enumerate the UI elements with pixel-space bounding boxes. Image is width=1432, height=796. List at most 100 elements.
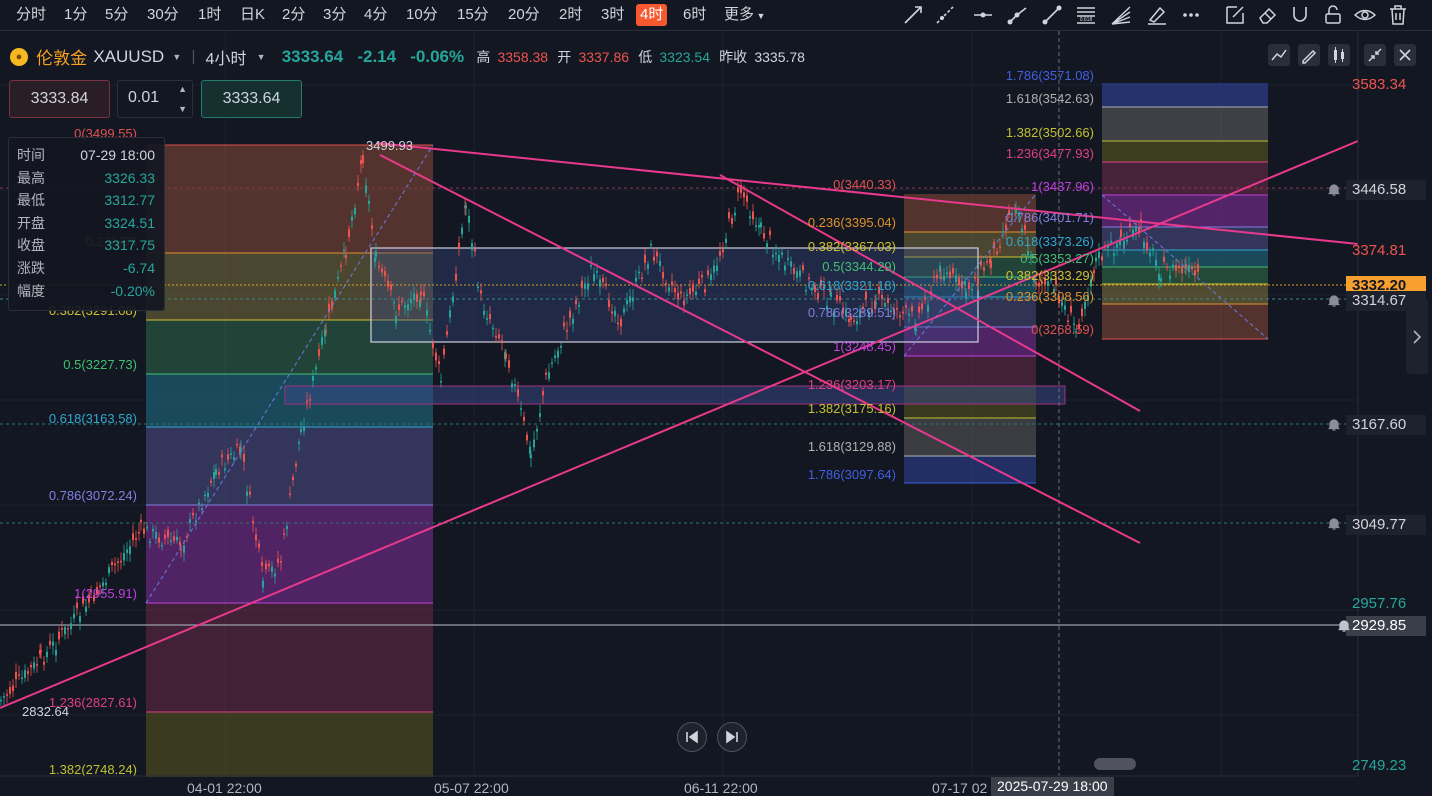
candle-body xyxy=(641,277,643,279)
trash-icon[interactable] xyxy=(1386,3,1410,27)
tf-30m[interactable]: 30分 xyxy=(143,4,183,26)
bell-icon[interactable] xyxy=(1327,183,1341,197)
alert-price-3[interactable]: 3167.60 xyxy=(1346,415,1426,435)
eraser-icon[interactable] xyxy=(1256,3,1280,27)
alert-price-4[interactable]: 3049.77 xyxy=(1346,515,1426,535)
candle-body xyxy=(638,271,640,274)
tf-1m[interactable]: 1分 xyxy=(60,4,91,26)
bell-icon[interactable] xyxy=(1327,418,1341,432)
candle-body xyxy=(971,288,973,291)
candle-body xyxy=(915,328,917,331)
alert-price-1[interactable]: 3446.58 xyxy=(1346,180,1426,200)
eye-icon[interactable] xyxy=(1353,3,1377,27)
tf-fenshi[interactable]: 分时 xyxy=(12,4,50,26)
tf-1h[interactable]: 1时 xyxy=(194,4,225,26)
tf-6h[interactable]: 6时 xyxy=(679,4,710,26)
candle-body xyxy=(262,580,264,588)
indicator-button[interactable] xyxy=(1328,44,1350,66)
time-label: 05-07 22:00 xyxy=(434,780,509,796)
candle-body xyxy=(49,640,51,645)
interval-label[interactable]: 4小时 xyxy=(206,45,247,69)
timeline-scrollbar[interactable] xyxy=(1094,758,1136,770)
price-level-red: 3374.81 xyxy=(1352,242,1407,259)
bell-icon[interactable] xyxy=(1337,619,1351,633)
fib-retracement-3[interactable] xyxy=(1102,83,1268,340)
candle-body xyxy=(24,670,26,678)
segment-icon[interactable] xyxy=(1040,3,1064,27)
extended-line-icon[interactable] xyxy=(933,3,957,27)
alert-price-5[interactable]: 2929.85 xyxy=(1346,616,1426,636)
chevron-down-icon[interactable]: ▼ xyxy=(257,52,266,62)
candle-body xyxy=(536,428,538,432)
tf-daily[interactable]: 日K xyxy=(236,4,269,26)
candle-body xyxy=(252,521,254,524)
candle-body xyxy=(749,216,751,219)
ray-icon[interactable] xyxy=(1006,3,1030,27)
ohlc-key-change: 涨跌 xyxy=(17,259,45,276)
candle-body xyxy=(911,306,913,312)
candle-body xyxy=(36,664,38,666)
horizontal-line-icon[interactable] xyxy=(971,3,995,27)
fib-fan-icon[interactable] xyxy=(1109,3,1133,27)
tf-5m[interactable]: 5分 xyxy=(101,4,132,26)
tf-2m[interactable]: 2分 xyxy=(278,4,309,26)
tf-more[interactable]: 更多 ▼ xyxy=(720,4,769,26)
tf-3h[interactable]: 3时 xyxy=(597,4,628,26)
ohlc-val-pct: -0.20% xyxy=(110,282,155,299)
candle-body xyxy=(6,694,8,696)
tf-10m[interactable]: 10分 xyxy=(402,4,442,26)
symbol-code[interactable]: XAUUSD xyxy=(93,47,164,67)
candle-body xyxy=(268,563,270,567)
candle-body xyxy=(614,310,616,317)
tf-4h[interactable]: 4时 xyxy=(636,4,668,26)
tf-3m[interactable]: 3分 xyxy=(319,4,350,26)
fib-retracement-icon[interactable]: 0.618 xyxy=(1074,3,1098,27)
symbol-name[interactable]: 伦敦金 xyxy=(36,44,87,69)
candle-body xyxy=(523,416,525,421)
fib3-l9: 0.236(3308.56) xyxy=(1006,289,1094,304)
fullscreen-button[interactable] xyxy=(1364,44,1386,66)
prev-close-label: 昨收 xyxy=(719,48,748,65)
candlestick-chart[interactable]: 0(3499.55) 0.236(33 0.382(3291.08) 0.5(3… xyxy=(0,31,1432,796)
lot-stepper[interactable]: 0.01 ▲ ▼ xyxy=(117,80,193,118)
sell-price-button[interactable]: 3333.84 xyxy=(9,80,110,118)
chevron-down-icon[interactable]: ▼ xyxy=(172,52,181,62)
side-panel-toggle[interactable] xyxy=(1406,300,1428,374)
candle-body xyxy=(996,251,998,255)
draw-button[interactable] xyxy=(1298,44,1320,66)
lock-icon[interactable] xyxy=(1321,3,1345,27)
scroll-start-button[interactable] xyxy=(677,722,707,752)
magnet-icon[interactable] xyxy=(1288,3,1312,27)
candle-body xyxy=(856,321,858,325)
chart-type-button[interactable] xyxy=(1268,44,1290,66)
buy-price-button[interactable]: 3333.64 xyxy=(201,80,302,118)
candle-body xyxy=(775,252,777,255)
scroll-end-button[interactable] xyxy=(717,722,747,752)
brush-icon[interactable] xyxy=(1145,3,1169,27)
candle-body xyxy=(378,265,380,268)
decrement-icon[interactable]: ▼ xyxy=(178,104,187,114)
bell-icon[interactable] xyxy=(1327,517,1341,531)
edit-icon[interactable] xyxy=(1223,3,1247,27)
candle-body xyxy=(635,277,637,282)
support-zone[interactable] xyxy=(284,385,1066,405)
candle-body xyxy=(192,512,194,516)
candle-body xyxy=(974,276,976,279)
increment-icon[interactable]: ▲ xyxy=(178,84,187,94)
tf-4m[interactable]: 4分 xyxy=(360,4,391,26)
tf-15m[interactable]: 15分 xyxy=(453,4,493,26)
candle-body xyxy=(566,330,568,332)
candle-body xyxy=(533,439,535,448)
tf-2h[interactable]: 2时 xyxy=(555,4,586,26)
fib-retracement-1[interactable] xyxy=(146,144,433,777)
tf-20m[interactable]: 20分 xyxy=(504,4,544,26)
lot-value[interactable]: 0.01 xyxy=(128,89,159,107)
trend-line-icon[interactable] xyxy=(901,3,925,27)
close-button[interactable] xyxy=(1394,44,1416,66)
candle-body xyxy=(799,270,801,277)
bell-icon[interactable] xyxy=(1327,294,1341,308)
fib3-l0: 1.786(3571.08) xyxy=(1006,68,1094,83)
candle-body xyxy=(836,294,838,301)
candle-body xyxy=(1166,266,1168,268)
more-tools-icon[interactable] xyxy=(1179,3,1203,27)
